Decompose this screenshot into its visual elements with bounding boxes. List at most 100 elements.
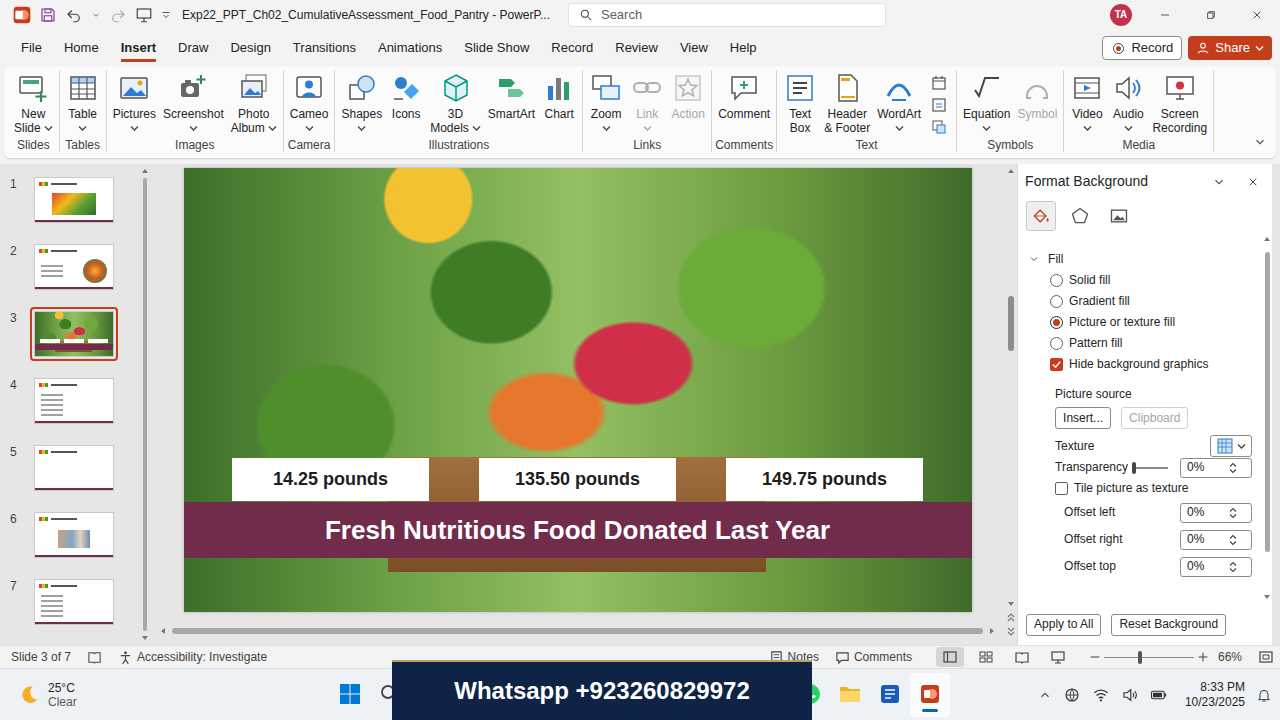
slide-thumbnail[interactable] [34, 177, 114, 223]
checkbox[interactable] [1055, 482, 1068, 495]
ribbon-button[interactable]: NewSlide [11, 70, 56, 135]
thumbnail-frame[interactable] [30, 441, 118, 495]
vertical-scrollbar[interactable] [1005, 164, 1017, 645]
undo-menu-button[interactable] [90, 3, 102, 27]
show-hidden-icons-button[interactable] [1038, 688, 1052, 702]
ribbon-button[interactable]: Table [63, 70, 103, 135]
redo-button[interactable] [108, 3, 128, 27]
fit-slide-button[interactable] [1258, 649, 1274, 665]
zoom-in-button[interactable] [1196, 650, 1210, 664]
fill-section-header[interactable]: Fill [1028, 248, 1063, 270]
thumbnail-item[interactable]: 6 [0, 508, 140, 575]
stat-text-box[interactable]: 14.25 pounds [232, 458, 429, 501]
ribbon-button[interactable]: Chart [539, 70, 579, 121]
account-avatar[interactable]: TA [1110, 4, 1132, 26]
ribbon-button[interactable]: Header& Footer [821, 70, 873, 135]
thumbnail-item[interactable]: 7 [0, 575, 140, 642]
slide-thumbnail[interactable] [34, 579, 114, 625]
radio-button[interactable] [1050, 295, 1063, 308]
spin-field[interactable]: 0% [1180, 530, 1252, 550]
radio-button[interactable] [1050, 274, 1063, 287]
taskbar-app[interactable] [330, 673, 370, 717]
ribbon-button[interactable]: Symbol [1014, 70, 1060, 121]
ribbon-button[interactable]: WordArt [874, 70, 924, 135]
radio-button[interactable] [1050, 316, 1063, 329]
ribbon-tab[interactable]: Animations [367, 33, 453, 63]
ribbon-button[interactable]: ScreenRecording [1149, 70, 1210, 135]
thumbnail-item[interactable]: 1 [0, 173, 140, 240]
slide-thumbnail[interactable] [34, 244, 114, 290]
pane-close-button[interactable] [1236, 168, 1270, 196]
thumbnail-frame[interactable] [30, 575, 118, 629]
ribbon-button[interactable]: Action [668, 70, 708, 121]
slide-thumbnail[interactable] [34, 378, 114, 424]
slide[interactable]: 14.25 pounds135.50 pounds149.75 poundsFr… [184, 168, 972, 612]
transparency-slider[interactable] [1134, 461, 1168, 475]
ribbon-tab[interactable]: File [10, 33, 53, 63]
present-button[interactable] [134, 3, 154, 27]
mini-button[interactable] [929, 74, 949, 92]
spelling-button[interactable] [87, 650, 102, 665]
view-button[interactable] [936, 647, 964, 667]
ribbon-button[interactable]: Zoom [586, 70, 626, 135]
slider-thumb[interactable] [1132, 462, 1136, 474]
view-button[interactable] [1044, 647, 1072, 667]
ribbon-tab[interactable]: Draw [167, 33, 219, 63]
thumbnail-frame[interactable] [30, 374, 118, 428]
taskbar-app[interactable] [910, 673, 950, 717]
effects-tab[interactable] [1065, 201, 1095, 231]
ribbon-tab[interactable]: Insert [110, 33, 167, 63]
mini-button[interactable] [929, 96, 949, 114]
ribbon-button[interactable]: TextBox [780, 70, 820, 135]
fill-line-tab[interactable] [1026, 201, 1056, 231]
ribbon-button[interactable]: Audio [1108, 70, 1148, 135]
texture-dropdown[interactable] [1210, 435, 1252, 457]
horizontal-scrollbar[interactable] [158, 624, 997, 638]
ribbon-tab[interactable]: Slide Show [453, 33, 540, 63]
thumbnail-frame[interactable] [30, 307, 118, 361]
ribbon-button[interactable]: Shapes [338, 70, 385, 135]
zoom-slider[interactable] [1104, 650, 1194, 664]
clock[interactable]: 8:33 PM10/23/2025 [1185, 680, 1245, 710]
checkbox-row[interactable]: Tile picture as texture [1028, 478, 1262, 499]
source-button[interactable]: Insert... [1055, 407, 1111, 429]
ribbon-button[interactable]: Equation [960, 70, 1013, 135]
ribbon-tab[interactable]: Transitions [282, 33, 367, 63]
save-button[interactable] [38, 3, 58, 27]
checkbox-row[interactable]: Hide background graphics [1028, 354, 1262, 375]
ribbon-button[interactable]: Icons [386, 70, 426, 121]
thumbnail-item[interactable]: 4 [0, 374, 140, 441]
restore-button[interactable] [1188, 0, 1234, 30]
thumbnail-item[interactable]: 5 [0, 441, 140, 508]
pane-scrollbar[interactable] [1262, 232, 1272, 604]
fill-option[interactable]: Solid fill [1028, 270, 1262, 291]
thumbnail-frame[interactable] [30, 173, 118, 227]
picture-tab[interactable] [1104, 201, 1134, 231]
spin-field[interactable]: 0% [1180, 458, 1252, 478]
radio-button[interactable] [1050, 337, 1063, 350]
collapse-ribbon-button[interactable] [1252, 134, 1268, 150]
view-button[interactable] [1008, 647, 1036, 667]
ribbon-button[interactable]: Screenshot [160, 70, 227, 135]
taskbar-app[interactable] [870, 673, 910, 717]
spin-field[interactable]: 0% [1180, 557, 1252, 577]
zoom-out-button[interactable] [1088, 650, 1102, 664]
taskbar-app[interactable] [830, 673, 870, 717]
stat-text-box[interactable]: 149.75 pounds [726, 458, 923, 501]
thumbnails-scrollbar[interactable] [140, 164, 150, 645]
ribbon-tab[interactable]: Home [53, 33, 110, 63]
slide-thumbnail[interactable] [34, 512, 114, 558]
thumbnail-frame[interactable] [30, 508, 118, 562]
fill-option[interactable]: Picture or texture fill [1028, 312, 1262, 333]
spin-field[interactable]: 0% [1180, 503, 1252, 523]
ribbon-button[interactable]: Pictures [110, 70, 159, 135]
close-button[interactable] [1234, 0, 1280, 30]
footer-button[interactable]: Reset Background [1111, 614, 1226, 636]
stat-text-box[interactable]: 135.50 pounds [479, 458, 676, 501]
mini-button[interactable] [929, 118, 949, 136]
record-button[interactable]: Record [1102, 36, 1182, 60]
checkbox[interactable] [1050, 358, 1063, 371]
thumbnail-frame[interactable] [30, 240, 118, 294]
share-button[interactable]: Share [1188, 36, 1272, 60]
thumbnail-item[interactable]: 2 [0, 240, 140, 307]
